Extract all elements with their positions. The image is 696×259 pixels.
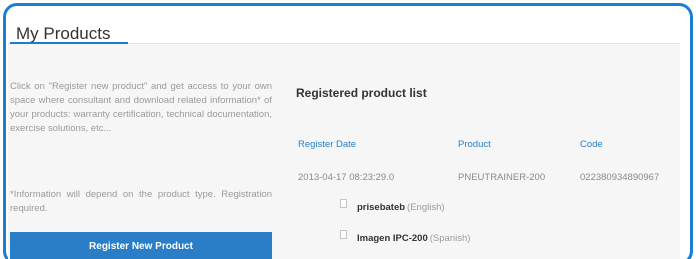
document-icon bbox=[340, 199, 347, 208]
column-header-register-date[interactable]: Register Date bbox=[298, 139, 356, 150]
register-new-product-button[interactable]: Register New Product bbox=[10, 232, 272, 259]
document-name[interactable]: Imagen IPC-200 bbox=[357, 233, 428, 244]
info-note: *Information will depend on the product … bbox=[10, 189, 272, 214]
document-name[interactable]: prisebateb bbox=[357, 202, 405, 213]
content-area bbox=[8, 44, 680, 259]
column-header-product[interactable]: Product bbox=[458, 139, 491, 150]
registered-product-list-title: Registered product list bbox=[296, 86, 427, 100]
document-language: (English) bbox=[407, 202, 445, 213]
document-icon bbox=[340, 230, 347, 239]
row-register-date: 2013-04-17 08:23:29.0 bbox=[298, 172, 395, 183]
page-title: My Products bbox=[16, 24, 111, 43]
document-language: (Spanish) bbox=[429, 233, 471, 244]
document-item[interactable]: prisebateb (English) bbox=[340, 199, 445, 213]
row-code: 022380934890967 bbox=[580, 172, 660, 183]
document-item[interactable]: Imagen IPC-200 (Spanish) bbox=[340, 230, 471, 244]
row-product: PNEUTRAINER-200 bbox=[458, 172, 546, 183]
column-header-code[interactable]: Code bbox=[580, 139, 603, 150]
intro-text: Click on "Register new product" and get … bbox=[10, 81, 272, 134]
